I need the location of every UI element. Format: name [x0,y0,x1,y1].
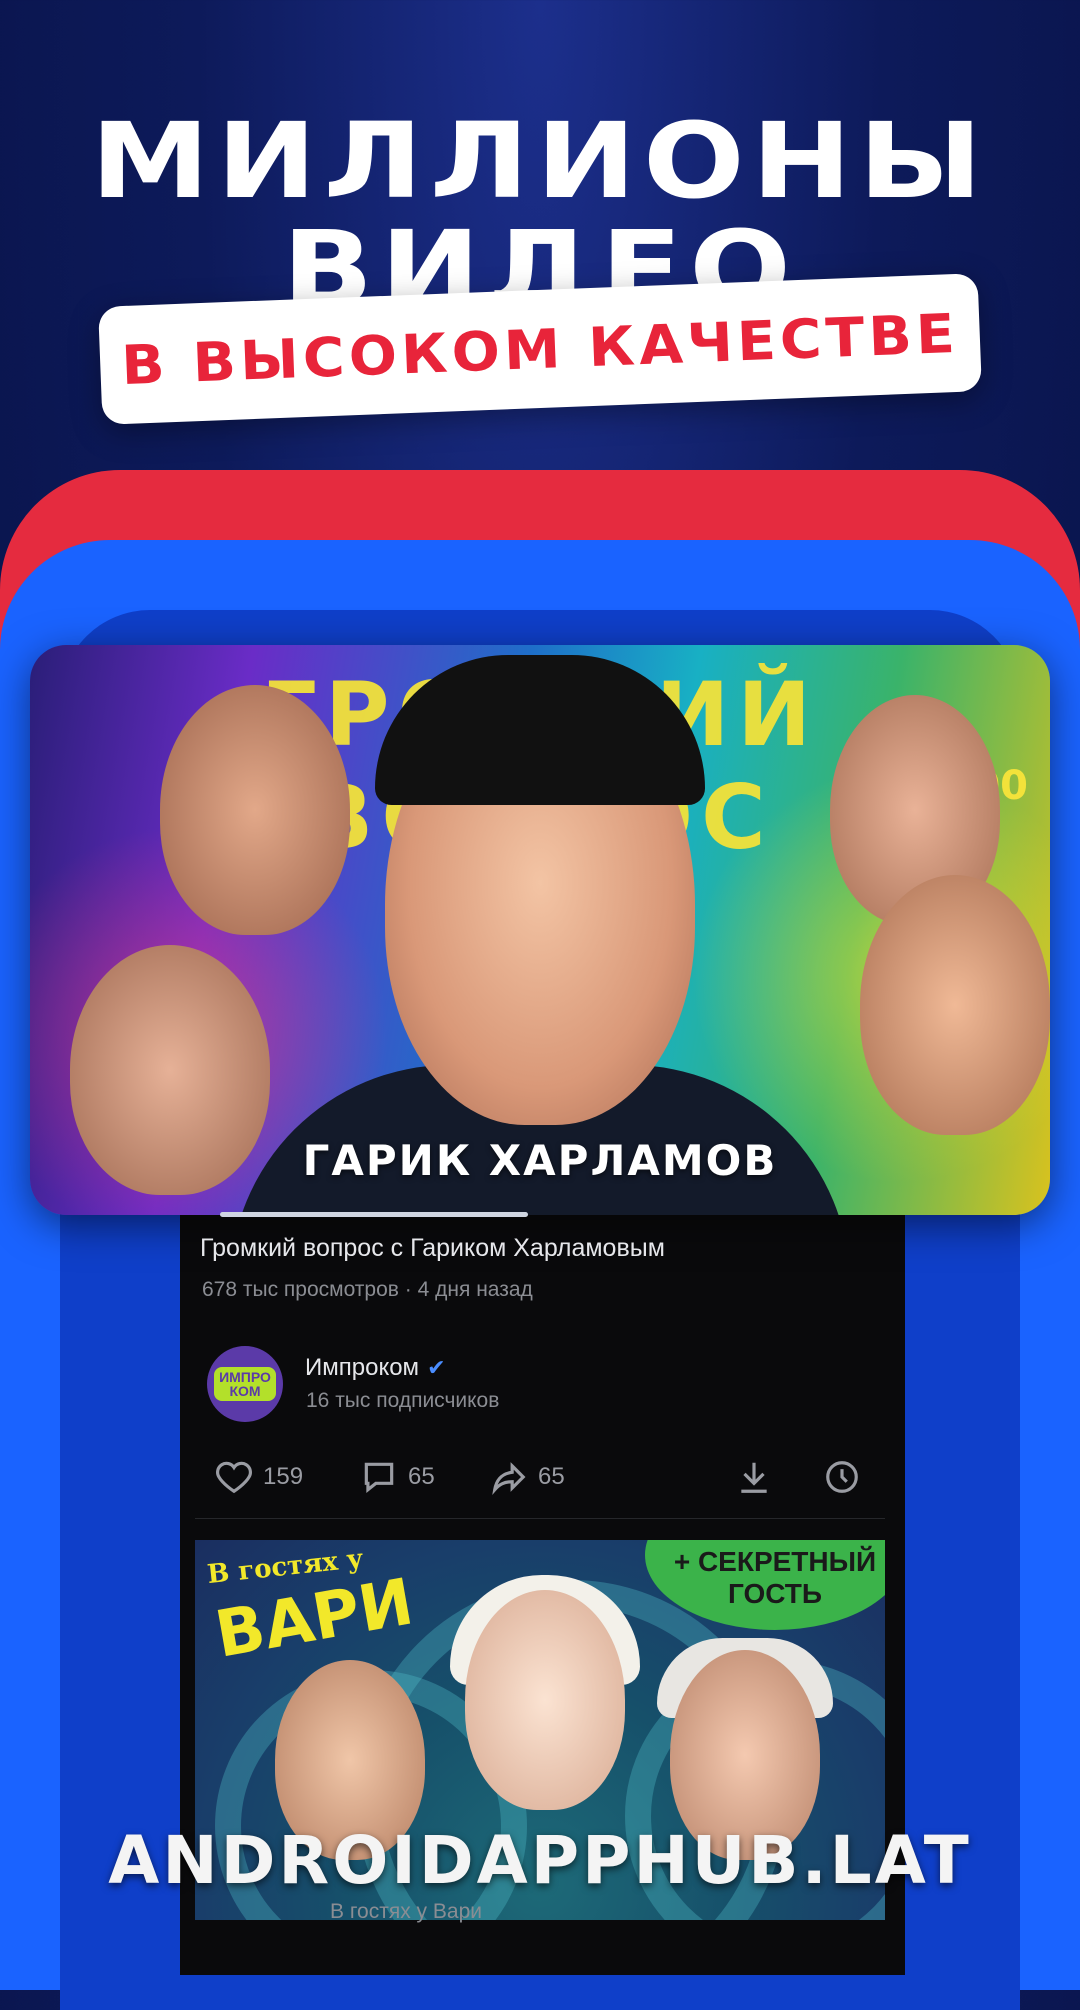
channel-logo-top: ИМПРО [219,1369,271,1385]
channel-logo: ИМПРО КОМ [214,1367,276,1401]
thumbnail-person-center [465,1590,625,1810]
meta-separator: · [404,1278,412,1301]
heart-icon [216,1461,252,1494]
thumbnail-person-bottom-right [860,875,1050,1135]
share-count: 65 [538,1463,565,1490]
promo-highlight-text: В ВЫСОКОМ КАЧЕСТВЕ [120,301,960,397]
watermark-text: ANDROIDAPPHUB.LAT [108,1822,972,1899]
divider [195,1518,885,1519]
video-age: 4 дня назад [417,1278,533,1301]
watch-later-button[interactable] [823,1458,861,1496]
channel-logo-bottom: КОМ [229,1383,261,1399]
video-title[interactable]: Громкий вопрос с Гариком Харламовым [200,1234,665,1263]
promo-headline-line1: МИЛЛИОНЫ [90,100,990,222]
channel-subscribers: 16 тыс подписчиков [306,1389,500,1412]
share-button[interactable]: 65 [490,1458,565,1496]
channel-name: Импроком [305,1354,420,1381]
thumbnail-person-top-left [160,685,350,935]
thumbnail-caption: ГАРИК ХАРЛАМОВ [302,1136,778,1185]
clock-icon [826,1461,858,1493]
comment-count: 65 [408,1463,435,1490]
video-actions: 159 65 65 [215,1458,875,1502]
video-views: 678 тыс просмотров [202,1278,399,1301]
download-icon [741,1462,767,1493]
like-button[interactable]: 159 [215,1458,303,1496]
video-progress-bar[interactable] [220,1212,528,1217]
channel-avatar[interactable]: ИМПРО КОМ [207,1346,283,1422]
like-count: 159 [263,1463,304,1490]
video-meta: 678 тыс просмотров · 4 дня назад [202,1278,533,1302]
video-thumbnail[interactable]: ГРОМКИЙ ВОПРОС ≠100 ГАРИК ХАРЛАМОВ [30,645,1050,1215]
download-button[interactable] [735,1458,773,1496]
comment-icon [364,1462,394,1493]
share-icon [492,1462,526,1496]
channel-name-row[interactable]: Импроком ✔ [305,1354,446,1382]
check-icon: ✔ [427,1355,446,1380]
next-video-caption[interactable]: В гостях у Вари [330,1900,482,1924]
comment-button[interactable]: 65 [360,1458,435,1496]
